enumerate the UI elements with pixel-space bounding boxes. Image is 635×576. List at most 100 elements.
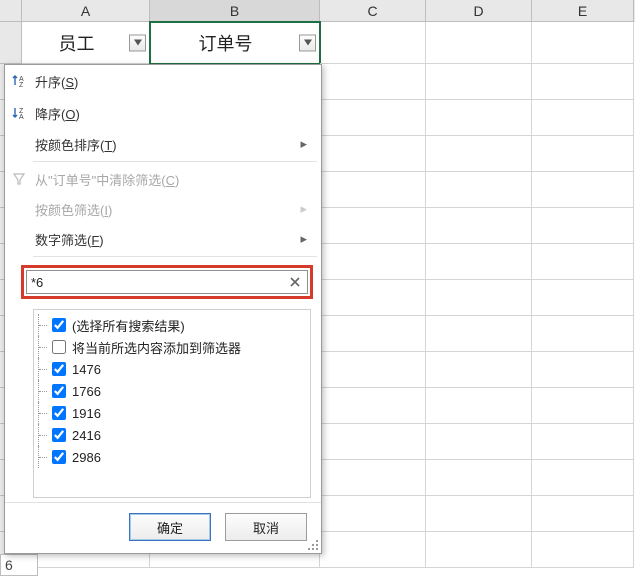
cell-E8[interactable] bbox=[532, 280, 634, 316]
col-header-C[interactable]: C bbox=[320, 0, 426, 22]
tree-item[interactable]: 1476 bbox=[38, 358, 306, 380]
checkbox-value[interactable] bbox=[52, 362, 66, 376]
cell-E2[interactable] bbox=[532, 64, 634, 100]
tree-select-all-label: (选择所有搜索结果) bbox=[72, 316, 185, 335]
col-header-E[interactable]: E bbox=[532, 0, 634, 22]
cell-D8[interactable] bbox=[426, 280, 532, 316]
checkbox-value[interactable] bbox=[52, 384, 66, 398]
cell-C3[interactable] bbox=[320, 100, 426, 136]
col-header-B[interactable]: B bbox=[150, 0, 320, 22]
column-header-row: A B C D E bbox=[0, 0, 635, 22]
filter-by-color-item: 按颜色筛选(I) ▸ bbox=[5, 194, 321, 224]
tree-item[interactable]: 1916 bbox=[38, 402, 306, 424]
cell-C2[interactable] bbox=[320, 64, 426, 100]
cell-C1[interactable] bbox=[320, 22, 426, 64]
tree-item-label: 2416 bbox=[72, 428, 101, 443]
select-all-corner[interactable] bbox=[0, 0, 22, 22]
tree-add-current-label: 将当前所选内容添加到筛选器 bbox=[72, 338, 241, 357]
filter-button-A[interactable] bbox=[129, 34, 146, 51]
cell-A1-text: 员工 bbox=[59, 30, 95, 56]
sort-desc-icon: ZA bbox=[10, 104, 28, 122]
row-1: 员工 订单号 bbox=[0, 22, 635, 64]
cell-D4[interactable] bbox=[426, 136, 532, 172]
search-highlight-box bbox=[21, 265, 313, 299]
cell-B1[interactable]: 订单号 bbox=[150, 22, 320, 64]
filter-values-tree[interactable]: (选择所有搜索结果) 将当前所选内容添加到筛选器 14761766 1916 241… bbox=[33, 309, 311, 498]
cell-C4[interactable] bbox=[320, 136, 426, 172]
cell-D1[interactable] bbox=[426, 22, 532, 64]
cell-E11[interactable] bbox=[532, 388, 634, 424]
cell-E12[interactable] bbox=[532, 424, 634, 460]
chevron-down-icon bbox=[304, 40, 312, 46]
cell-A1[interactable]: 员工 bbox=[22, 22, 150, 64]
cell-E5[interactable] bbox=[532, 172, 634, 208]
cell-D15[interactable] bbox=[426, 532, 532, 568]
chevron-down-icon bbox=[134, 40, 142, 46]
filter-button-B[interactable] bbox=[299, 34, 316, 51]
checkbox-value[interactable] bbox=[52, 406, 66, 420]
cell-C13[interactable] bbox=[320, 460, 426, 496]
clear-search-button[interactable] bbox=[287, 274, 303, 290]
cell-C5[interactable] bbox=[320, 172, 426, 208]
cell-E7[interactable] bbox=[532, 244, 634, 280]
ok-button[interactable]: 确定 bbox=[129, 513, 211, 541]
resize-grip[interactable] bbox=[308, 540, 318, 550]
checkbox-select-all[interactable] bbox=[52, 318, 66, 332]
sort-desc-item[interactable]: ZA 降序(O) bbox=[5, 97, 321, 129]
checkbox-value[interactable] bbox=[52, 428, 66, 442]
tree-add-current[interactable]: 将当前所选内容添加到筛选器 bbox=[38, 336, 306, 358]
cell-C7[interactable] bbox=[320, 244, 426, 280]
number-filter-item[interactable]: 数字筛选(F) ▸ bbox=[5, 224, 321, 254]
row-header-1[interactable] bbox=[0, 22, 22, 64]
search-input[interactable] bbox=[31, 275, 287, 290]
cell-C15[interactable] bbox=[320, 532, 426, 568]
cell-C14[interactable] bbox=[320, 496, 426, 532]
tree-item[interactable]: 1766 bbox=[38, 380, 306, 402]
col-header-A[interactable]: A bbox=[22, 0, 150, 22]
cell-D5[interactable] bbox=[426, 172, 532, 208]
cell-E14[interactable] bbox=[532, 496, 634, 532]
sort-by-color-item[interactable]: 按颜色排序(T) ▸ bbox=[5, 129, 321, 159]
tree-select-all[interactable]: (选择所有搜索结果) bbox=[38, 314, 306, 336]
tree-item-label: 1916 bbox=[72, 406, 101, 421]
cell-D2[interactable] bbox=[426, 64, 532, 100]
cell-D6[interactable] bbox=[426, 208, 532, 244]
cell-D3[interactable] bbox=[426, 100, 532, 136]
cell-D13[interactable] bbox=[426, 460, 532, 496]
tree-item[interactable]: 2416 bbox=[38, 424, 306, 446]
name-box-stub[interactable]: 6 bbox=[0, 554, 38, 576]
number-filter-label: 数字筛选(F) bbox=[35, 230, 104, 249]
menu-separator bbox=[33, 161, 317, 162]
cell-E4[interactable] bbox=[532, 136, 634, 172]
sort-asc-item[interactable]: AZ 升序(S) bbox=[5, 65, 321, 97]
cancel-button[interactable]: 取消 bbox=[225, 513, 307, 541]
cell-E3[interactable] bbox=[532, 100, 634, 136]
cell-C9[interactable] bbox=[320, 316, 426, 352]
cell-D10[interactable] bbox=[426, 352, 532, 388]
cell-E6[interactable] bbox=[532, 208, 634, 244]
cell-D12[interactable] bbox=[426, 424, 532, 460]
svg-text:A: A bbox=[19, 114, 24, 120]
sort-by-color-label: 按颜色排序(T) bbox=[35, 135, 117, 154]
cell-D7[interactable] bbox=[426, 244, 532, 280]
checkbox-value[interactable] bbox=[52, 450, 66, 464]
cell-C10[interactable] bbox=[320, 352, 426, 388]
cell-D9[interactable] bbox=[426, 316, 532, 352]
cell-C8[interactable] bbox=[320, 280, 426, 316]
tree-item[interactable]: 2986 bbox=[38, 446, 306, 468]
cell-E1[interactable] bbox=[532, 22, 634, 64]
cell-E9[interactable] bbox=[532, 316, 634, 352]
tree-item-label: 2986 bbox=[72, 450, 101, 465]
cell-C12[interactable] bbox=[320, 424, 426, 460]
sort-asc-icon: AZ bbox=[10, 72, 28, 90]
checkbox-add-current[interactable] bbox=[52, 340, 66, 354]
cell-D11[interactable] bbox=[426, 388, 532, 424]
cell-C6[interactable] bbox=[320, 208, 426, 244]
cell-E10[interactable] bbox=[532, 352, 634, 388]
clear-filter-label: 从"订单号"中清除筛选(C) bbox=[35, 170, 179, 189]
cell-E15[interactable] bbox=[532, 532, 634, 568]
cell-E13[interactable] bbox=[532, 460, 634, 496]
cell-D14[interactable] bbox=[426, 496, 532, 532]
cell-C11[interactable] bbox=[320, 388, 426, 424]
col-header-D[interactable]: D bbox=[426, 0, 532, 22]
